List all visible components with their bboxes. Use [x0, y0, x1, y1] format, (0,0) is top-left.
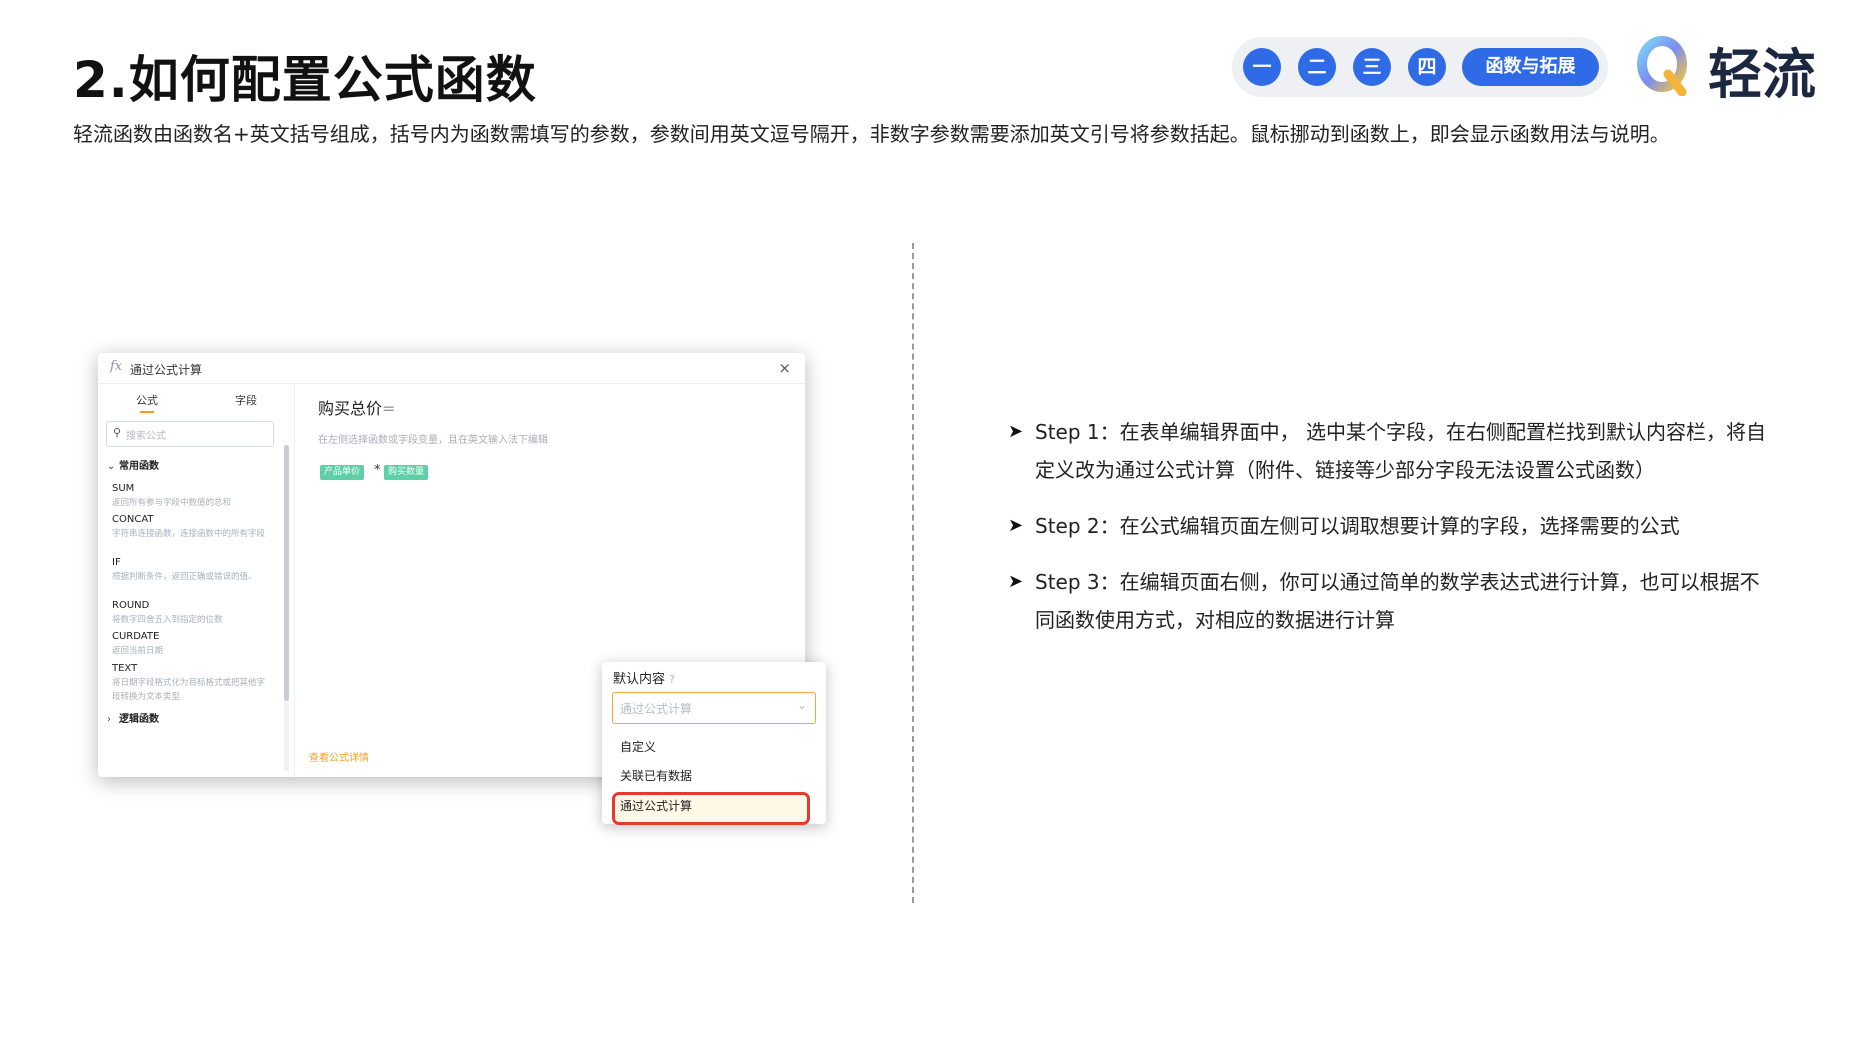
- arrow-icon: ➤: [1008, 515, 1024, 536]
- formula-hint: 在左侧选择函数或字段变量，且在英文输入法下编辑: [318, 435, 548, 446]
- arrow-icon: ➤: [1008, 421, 1024, 442]
- function-curdate[interactable]: CURDATE: [112, 631, 159, 642]
- chevron-right-icon: ›: [107, 714, 111, 725]
- nav-item-1[interactable]: 一: [1243, 48, 1281, 86]
- function-concat-desc: 字符串连接函数，连接函数中的所有字段: [112, 529, 266, 539]
- vertical-divider: [912, 243, 914, 903]
- function-curdate-desc: 返回当前日期: [112, 646, 164, 656]
- nav-item-3[interactable]: 三: [1353, 48, 1391, 86]
- option-custom[interactable]: 自定义: [620, 738, 656, 755]
- page-description: 轻流函数由函数名+英文括号组成，括号内为函数需填写的参数，参数间用英文逗号隔开，…: [73, 122, 1670, 146]
- help-icon: ?: [669, 673, 675, 686]
- function-search-input[interactable]: ⚲ 搜索公式: [106, 421, 274, 447]
- function-round-desc: 将数字四舍五入到指定的位数: [112, 615, 223, 625]
- tab-formula[interactable]: 公式: [136, 392, 158, 408]
- default-content-select[interactable]: 通过公式计算 ⌄: [612, 692, 816, 724]
- search-icon: ⚲: [113, 426, 122, 439]
- dialog-header: fx 通过公式计算 ×: [98, 353, 805, 384]
- step-3: ➤ Step 3：在编辑页面右侧，你可以通过简单的数学表达式进行计算，也可以根据…: [1008, 563, 1768, 639]
- arrow-icon: ➤: [1008, 571, 1024, 592]
- function-concat[interactable]: CONCAT: [112, 514, 154, 525]
- formula-detail-link[interactable]: 查看公式详情: [309, 749, 369, 764]
- nav-item-2[interactable]: 二: [1298, 48, 1336, 86]
- tab-fields[interactable]: 字段: [235, 392, 257, 408]
- section-nav: 一 二 三 四 函数与拓展: [1232, 37, 1608, 97]
- category-common-functions[interactable]: ⌄ 常用函数: [107, 457, 159, 472]
- default-content-dropdown: 默认内容 ? 通过公式计算 ⌄ 自定义 关联已有数据 通过公式计算: [602, 662, 826, 825]
- dialog-title: 通过公式计算: [130, 363, 203, 377]
- close-icon[interactable]: ×: [778, 359, 791, 377]
- select-value: 通过公式计算: [620, 702, 693, 716]
- chevron-down-icon: ⌄: [796, 698, 807, 712]
- function-round[interactable]: ROUND: [112, 600, 149, 611]
- function-sum[interactable]: SUM: [112, 483, 134, 494]
- function-if-desc: 根据判断条件，返回正确或错误的值。: [112, 572, 257, 582]
- active-tab-indicator: [140, 411, 154, 413]
- field-tag-unit-price[interactable]: 产品单价: [320, 465, 365, 480]
- brand-name: 轻流: [1708, 43, 1816, 106]
- default-content-label: 默认内容 ?: [613, 672, 675, 687]
- field-tag-quantity[interactable]: 购买数量: [384, 465, 429, 480]
- scrollbar-thumb[interactable]: [284, 445, 289, 701]
- fx-icon: fx: [110, 359, 123, 374]
- option-formula[interactable]: 通过公式计算: [620, 797, 692, 814]
- step-2: ➤ Step 2：在公式编辑页面左侧可以调取想要计算的字段，选择需要的公式: [1008, 507, 1768, 545]
- formula-field-name: 购买总价=: [318, 399, 396, 418]
- nav-item-functions-active[interactable]: 函数与拓展: [1462, 48, 1599, 86]
- steps-list: ➤ Step 1：在表单编辑界面中， 选中某个字段，在右侧配置栏找到默认内容栏，…: [1008, 413, 1768, 657]
- category-logic-functions[interactable]: › 逻辑函数: [107, 710, 159, 725]
- function-text-desc: 将日期字段格式化为目标格式或把其他字段转换为文本类型: [112, 678, 266, 702]
- chevron-down-icon: ⌄: [107, 461, 116, 472]
- function-text[interactable]: TEXT: [112, 663, 137, 674]
- search-placeholder: 搜索公式: [126, 431, 166, 442]
- page-title: 2.如何配置公式函数: [73, 51, 537, 109]
- nav-item-4[interactable]: 四: [1408, 48, 1446, 86]
- option-linked-data[interactable]: 关联已有数据: [620, 767, 692, 784]
- function-sum-desc: 返回所有参与字段中数值的总和: [112, 498, 232, 508]
- multiply-operator: *: [374, 463, 381, 478]
- brand-logo-icon: [1637, 36, 1687, 96]
- step-1: ➤ Step 1：在表单编辑界面中， 选中某个字段，在右侧配置栏找到默认内容栏，…: [1008, 413, 1768, 489]
- function-if[interactable]: IF: [112, 557, 121, 568]
- function-panel: 公式 字段 ⚲ 搜索公式 ⌄ 常用函数 SUM 返回所有参与字段中数值的总和 CO…: [98, 383, 295, 777]
